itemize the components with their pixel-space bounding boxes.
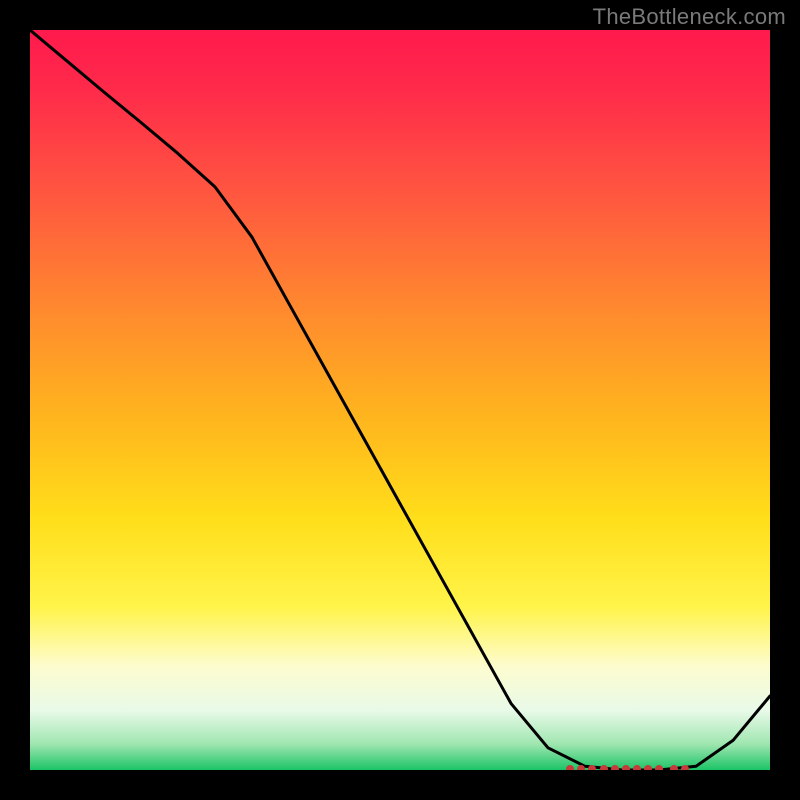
baseline-marker — [611, 765, 619, 770]
baseline-marker — [622, 765, 630, 770]
baseline-marker — [577, 765, 585, 770]
baseline-marker — [681, 765, 689, 770]
baseline-marker — [600, 765, 608, 770]
baseline-marker — [566, 765, 574, 770]
baseline-marker — [670, 765, 678, 770]
watermark-text: TheBottleneck.com — [593, 4, 786, 30]
baseline-marker — [588, 765, 596, 770]
plot-area — [30, 30, 770, 770]
baseline-marker — [655, 765, 663, 770]
baseline-markers — [30, 30, 770, 770]
baseline-marker — [644, 765, 652, 770]
baseline-marker — [633, 765, 641, 770]
chart-canvas: TheBottleneck.com — [0, 0, 800, 800]
